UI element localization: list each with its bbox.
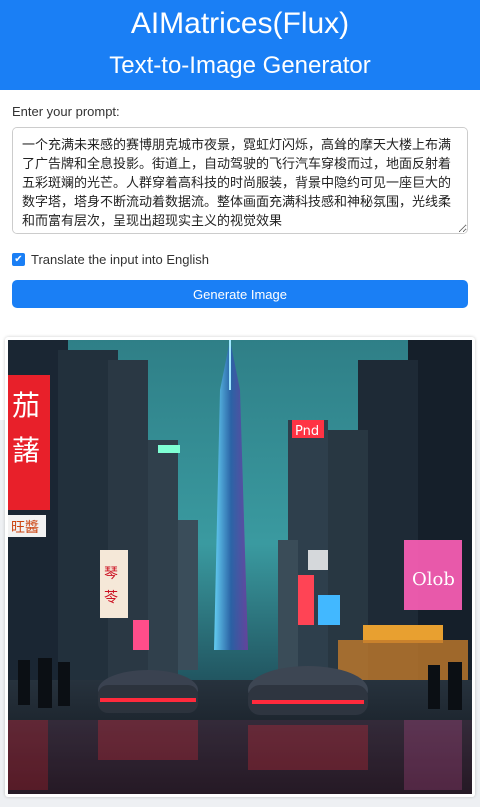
app-subtitle: Text-to-Image Generator — [109, 52, 371, 79]
svg-text:旺醬: 旺醬 — [11, 519, 39, 536]
prompt-label: Enter your prompt: — [12, 104, 120, 119]
svg-text:琴: 琴 — [104, 566, 118, 582]
svg-text:Pnd: Pnd — [295, 424, 319, 439]
svg-text:Olob: Olob — [412, 569, 455, 590]
svg-text:藷: 藷 — [12, 434, 40, 467]
app-header: AIMatrices(Flux) Text-to-Image Generator — [0, 0, 480, 90]
svg-text:茄: 茄 — [12, 389, 40, 422]
generated-image-card: 茄 藷 旺醬 琴 苓 Pnd Olob — [5, 337, 475, 797]
generated-image: 茄 藷 旺醬 琴 苓 Pnd Olob — [8, 340, 472, 794]
svg-text:苓: 苓 — [104, 589, 118, 606]
translate-label: Translate the input into English — [31, 252, 210, 267]
translate-checkbox[interactable]: ✔ — [12, 253, 25, 266]
translate-option[interactable]: ✔ Translate the input into English — [12, 252, 468, 267]
app-title: AIMatrices(Flux) — [130, 7, 350, 40]
generate-image-button[interactable]: Generate Image — [12, 280, 468, 308]
prompt-input[interactable]: 一个充满未来感的赛博朋克城市夜景，霓虹灯闪烁，高耸的摩天大楼上布满了广告牌和全息… — [12, 127, 468, 234]
